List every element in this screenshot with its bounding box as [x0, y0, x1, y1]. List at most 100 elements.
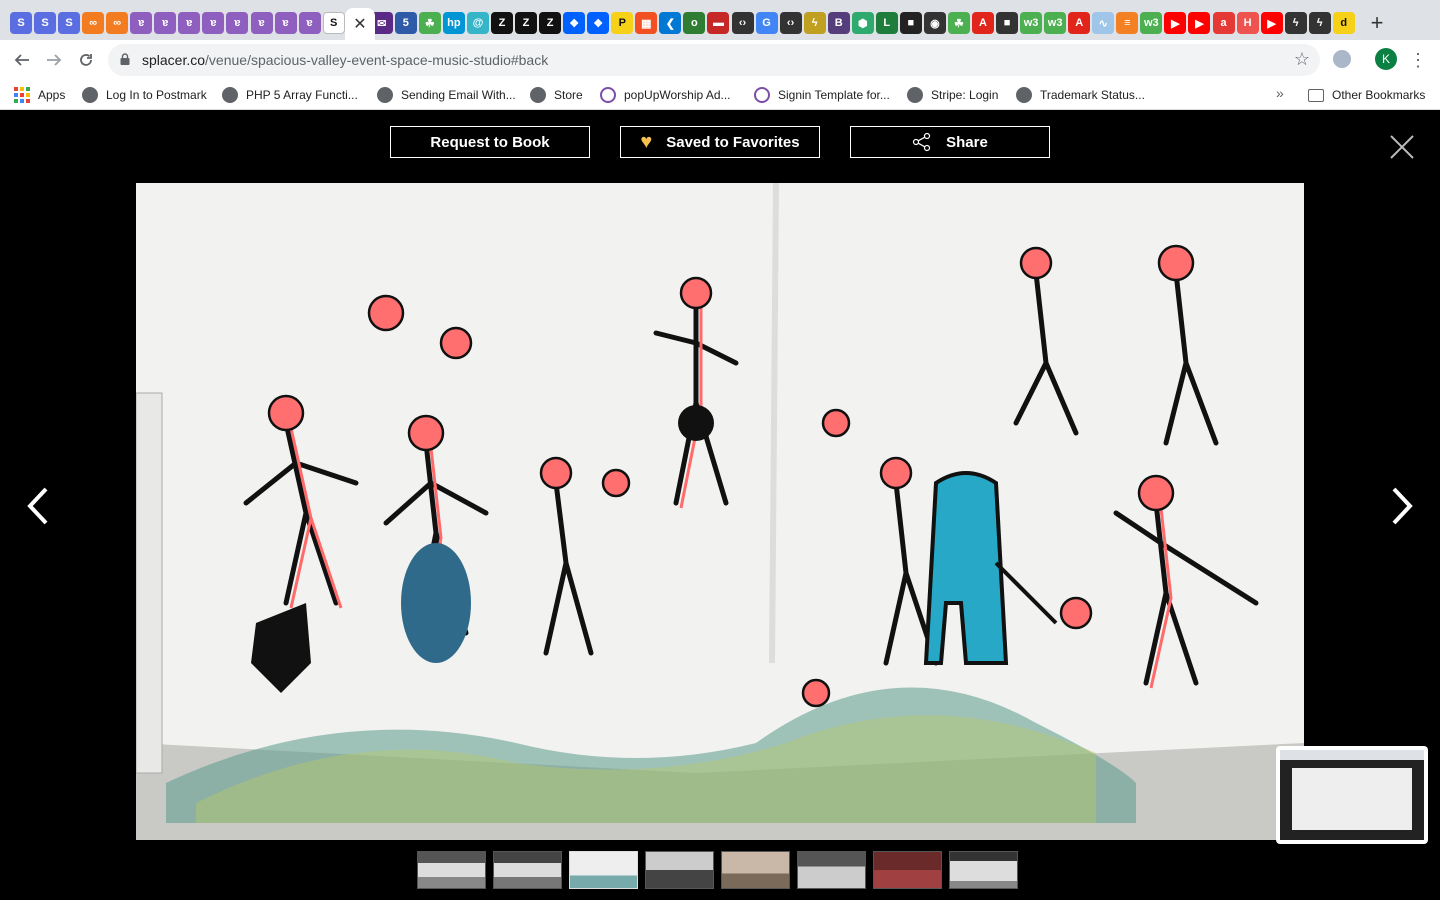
back-arrow-icon: [14, 54, 29, 66]
s-blue-icon[interactable]: S: [34, 12, 57, 34]
html5-icon[interactable]: 5: [394, 12, 417, 34]
bookmarks-overflow-icon[interactable]: »: [1276, 85, 1284, 101]
w3-icon[interactable]: w3: [1020, 12, 1043, 34]
stack-icon[interactable]: ≡: [1116, 12, 1139, 34]
youtube-icon[interactable]: ▶: [1260, 12, 1283, 34]
thumbnail-8[interactable]: [949, 851, 1018, 889]
thumbnail-7[interactable]: [873, 851, 942, 889]
saved-to-favorites-button[interactable]: ♥ Saved to Favorites: [620, 126, 820, 158]
s-blue-icon[interactable]: S: [10, 12, 32, 34]
next-photo-icon[interactable]: [1390, 486, 1414, 526]
bookmark-item[interactable]: PHP 5 Array Functi...: [222, 86, 358, 104]
p-yellow-icon[interactable]: P: [611, 12, 634, 34]
extension-icon[interactable]: [1333, 50, 1351, 68]
bolt-icon[interactable]: ϟ: [803, 12, 826, 34]
thumbnail-5[interactable]: [721, 851, 790, 889]
bolt-dark-icon[interactable]: ϟ: [1284, 12, 1307, 34]
bookmark-label: Signin Template for...: [778, 88, 890, 102]
yoga-icon[interactable]: ɐ: [178, 12, 201, 34]
wave-icon[interactable]: ∿: [1092, 12, 1115, 34]
bolt-dark-icon[interactable]: ϟ: [1308, 12, 1331, 34]
dark-square-icon[interactable]: ■: [899, 12, 922, 34]
bookmarks-bar: Apps Log In to Postmark PHP 5 Array Functi…: [0, 80, 1440, 110]
close-viewer-icon[interactable]: [1389, 134, 1415, 160]
profile-avatar[interactable]: K: [1375, 48, 1397, 70]
splacer-icon[interactable]: S: [322, 12, 345, 34]
screen-preview-thumbnail[interactable]: [1276, 746, 1428, 844]
bookmark-item[interactable]: popUpWorship Ad...: [600, 86, 731, 104]
url-path: /venue/spacious-valley-event-space-music…: [205, 52, 549, 68]
bookmark-item[interactable]: Sending Email With...: [377, 86, 516, 104]
yoga-icon[interactable]: ɐ: [202, 12, 225, 34]
link-orange-icon[interactable]: ∞: [106, 12, 129, 34]
dropbox-icon[interactable]: ❖: [563, 12, 586, 34]
bookmark-item[interactable]: Signin Template for...: [754, 86, 890, 104]
yoga-icon[interactable]: ɐ: [154, 12, 177, 34]
bookmark-item[interactable]: Store: [530, 86, 583, 104]
yoga-icon[interactable]: ɐ: [298, 12, 321, 34]
new-tab-button[interactable]: +: [1366, 10, 1388, 35]
zendesk-icon[interactable]: Z: [539, 12, 562, 34]
hex-green-icon[interactable]: ⬢: [851, 12, 874, 34]
adobe-icon[interactable]: A: [1068, 12, 1091, 34]
forward-button[interactable]: [42, 48, 66, 72]
other-bookmarks[interactable]: Other Bookmarks: [1308, 86, 1425, 104]
leaf-icon[interactable]: ☘: [418, 12, 441, 34]
yoga-icon[interactable]: ɐ: [226, 12, 249, 34]
globe-icon: [1016, 87, 1032, 103]
dropbox-icon[interactable]: ❖: [587, 12, 610, 34]
s-blue-icon[interactable]: S: [58, 12, 81, 34]
yoga-icon[interactable]: ɐ: [130, 12, 153, 34]
l-green-icon[interactable]: L: [875, 12, 898, 34]
swirl-icon[interactable]: @: [466, 12, 489, 34]
bootstrap-icon[interactable]: B: [827, 12, 850, 34]
google-icon[interactable]: G: [755, 12, 778, 34]
close-tab-icon[interactable]: ✕: [353, 14, 366, 34]
bookmark-label: Sending Email With...: [401, 88, 516, 102]
yoga-icon[interactable]: ɐ: [274, 12, 297, 34]
request-to-book-button[interactable]: Request to Book: [390, 126, 590, 158]
zendesk-icon[interactable]: Z: [491, 12, 513, 34]
code-icon[interactable]: ‹›: [779, 12, 802, 34]
code-icon[interactable]: ‹›: [731, 12, 754, 34]
youtube-icon[interactable]: ▶: [1164, 12, 1187, 34]
a-red-icon[interactable]: a: [1212, 12, 1235, 34]
bookmark-item[interactable]: Apps: [14, 86, 65, 104]
youtube-icon[interactable]: ▶: [1188, 12, 1211, 34]
share-button[interactable]: Share: [850, 126, 1050, 158]
red-box-icon[interactable]: ▬: [707, 12, 730, 34]
w3-icon[interactable]: w3: [1044, 12, 1067, 34]
thumbnail-3[interactable]: [569, 851, 638, 889]
w3-icon[interactable]: w3: [1140, 12, 1163, 34]
link-orange-icon[interactable]: ∞: [82, 12, 105, 34]
reload-button[interactable]: [74, 48, 98, 72]
bookmark-label: Log In to Postmark: [106, 88, 207, 102]
dark-square-icon[interactable]: ■: [996, 12, 1019, 34]
bookmark-item[interactable]: Stripe: Login: [907, 86, 998, 104]
vscode-icon[interactable]: ❮: [659, 12, 682, 34]
microsoft-icon[interactable]: ▦: [635, 12, 658, 34]
adobe-icon[interactable]: A: [972, 12, 994, 34]
dark-square-icon[interactable]: ◉: [923, 12, 946, 34]
d-yellow-icon[interactable]: d: [1332, 12, 1355, 34]
thumbnail-6[interactable]: [797, 851, 866, 889]
reload-icon: [80, 54, 92, 66]
browser-menu-icon[interactable]: ⋮: [1409, 48, 1427, 72]
bookmark-item[interactable]: Trademark Status...: [1016, 86, 1145, 104]
bookmark-star-icon[interactable]: ☆: [1294, 49, 1310, 70]
thumbnail-4[interactable]: [645, 851, 714, 889]
back-button[interactable]: [10, 48, 34, 72]
globe-icon: [377, 87, 393, 103]
thumbnail-1[interactable]: [417, 851, 486, 889]
zendesk-icon[interactable]: Z: [515, 12, 538, 34]
h-red-icon[interactable]: H: [1236, 12, 1259, 34]
yoga-icon[interactable]: ɐ: [250, 12, 273, 34]
leaf-icon[interactable]: ☘: [947, 12, 970, 34]
hp-icon[interactable]: hp: [442, 12, 465, 34]
bookmark-item[interactable]: Log In to Postmark: [82, 86, 207, 104]
o-green-icon[interactable]: o: [683, 12, 706, 34]
active-tab[interactable]: ✕: [345, 8, 375, 40]
previous-photo-icon[interactable]: [26, 486, 50, 526]
address-bar[interactable]: splacer.co/venue/spacious-valley-event-s…: [108, 44, 1320, 76]
thumbnail-2[interactable]: [493, 851, 562, 889]
